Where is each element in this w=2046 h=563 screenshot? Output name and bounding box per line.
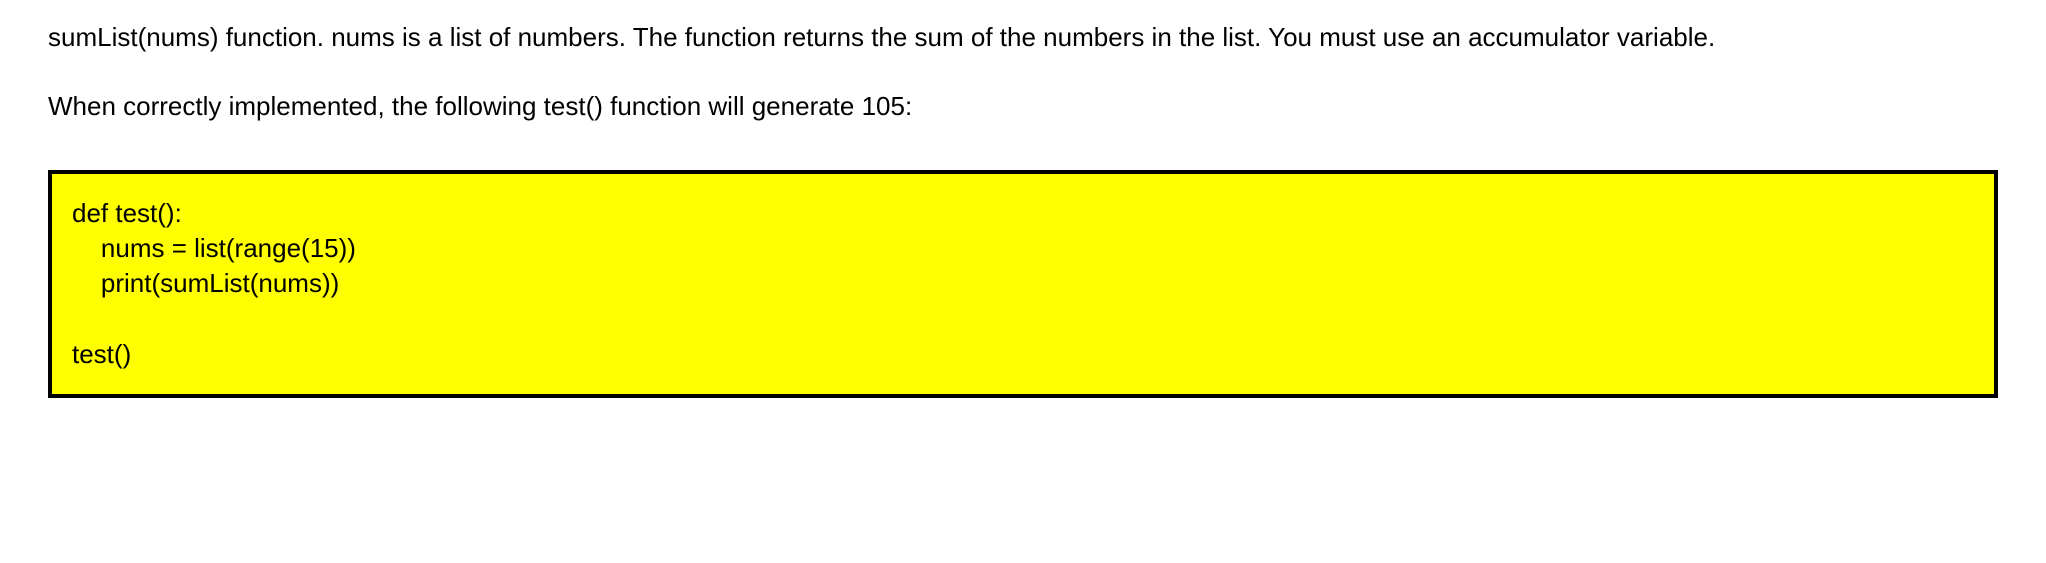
code-example-box: def test(): nums = list(range(15)) print… xyxy=(48,170,1998,397)
problem-description-paragraph-2: When correctly implemented, the followin… xyxy=(48,89,1998,124)
problem-description-paragraph-1: sumList(nums) function. nums is a list o… xyxy=(48,20,1998,55)
